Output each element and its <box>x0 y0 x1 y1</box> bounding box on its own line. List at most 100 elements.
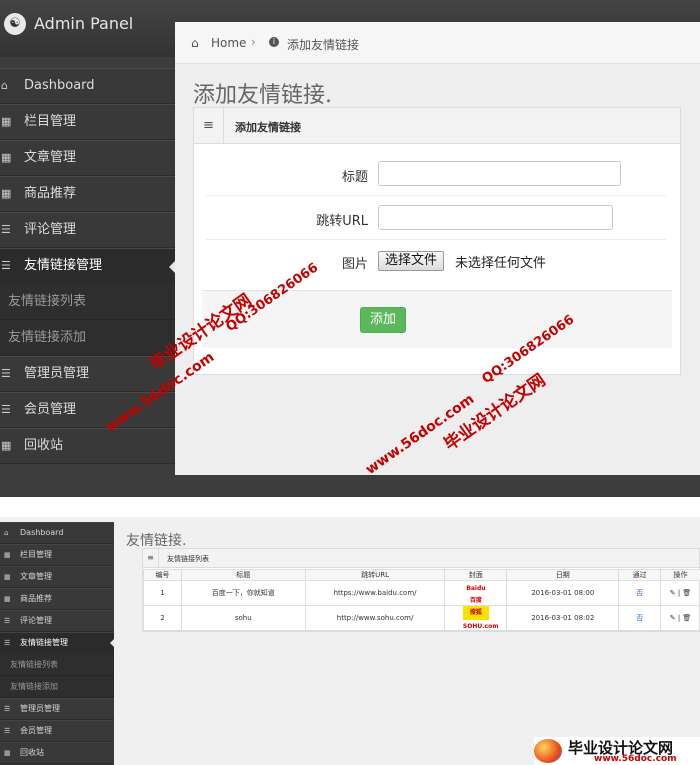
sidebar-subitem-link-list[interactable]: 友情链接列表 <box>0 284 175 320</box>
sidebar-item-dashboard[interactable]: ⌂ Dashboard <box>0 68 175 104</box>
sidebar-item-friend-links[interactable]: ☰ 友情链接管理 <box>0 248 176 284</box>
title-input[interactable] <box>378 161 621 186</box>
brand-logo-icon: ☯ <box>4 13 26 35</box>
main-content: ⌂ Home › i 添加友情链接 添加友情链接. ≡ 添加友情链接 标题 跳转… <box>175 22 700 475</box>
cell-approved[interactable]: 否 <box>618 580 662 606</box>
sohu-logo-icon: 搜狐 SOHU.com <box>462 606 498 630</box>
cell-title: sohu <box>180 605 306 631</box>
panel-title: 友情链接列表 <box>167 555 209 563</box>
form-row-title: 标题 <box>206 153 666 196</box>
list-icon: ☰ <box>1 259 11 272</box>
chevron-right-icon: › <box>251 35 256 49</box>
link-list-panel: ≡ 友情链接列表 编号 标题 跳转URL 封面 日期 通过 操作 1 百度一下，… <box>142 548 700 632</box>
form-row-image: 图片 选择文件 未选择任何文件 <box>206 240 666 283</box>
table-header-row: 编号 标题 跳转URL 封面 日期 通过 操作 <box>143 569 700 581</box>
breadcrumb-home-link[interactable]: Home <box>211 36 246 50</box>
sidebar-item-members[interactable]: ☰ 会员管理 <box>0 720 114 742</box>
cell-actions[interactable]: ✎ | 🗑 <box>660 580 700 606</box>
sidebar-item-admins[interactable]: ☰ 管理员管理 <box>0 698 114 720</box>
sidebar-item-label: 管理员管理 <box>24 366 90 381</box>
col-title: 标题 <box>180 569 306 581</box>
brand-name: Admin Panel <box>34 14 134 33</box>
sidebar-item-label: 商品推荐 <box>24 186 77 201</box>
form-row-url: 跳转URL <box>206 197 666 240</box>
baidu-logo-icon: Baidu百度 <box>463 582 488 604</box>
col-url: 跳转URL <box>304 569 446 581</box>
cell-approved[interactable]: 否 <box>618 605 662 631</box>
sidebar-item-label: 栏目管理 <box>20 550 52 559</box>
col-approved: 通过 <box>618 569 662 581</box>
col-cover: 封面 <box>444 569 508 581</box>
col-actions: 操作 <box>660 569 700 581</box>
sidebar-item-comments[interactable]: ☰ 评论管理 <box>0 212 175 248</box>
cell-url: https://www.baidu.com/ <box>304 580 446 606</box>
list-icon: ☰ <box>4 617 11 625</box>
grid-icon: ▦ <box>1 187 12 200</box>
sidebar: ⌂ Dashboard ▦ 栏目管理 ▦ 文章管理 ▦ 商品推荐 ☰ 评论管理 ☰ 友情链接… <box>0 522 114 765</box>
list-icon: ☰ <box>4 639 11 647</box>
url-input[interactable] <box>378 205 613 230</box>
table-row: 1 百度一下，你就知道 https://www.baidu.com/ Baidu… <box>143 580 700 606</box>
sidebar-item-label: 栏目管理 <box>24 114 77 129</box>
cell-url: http://www.sohu.com/ <box>304 605 446 631</box>
sidebar-item-label: Dashboard <box>20 528 64 537</box>
menu-icon: ≡ <box>194 108 224 143</box>
sidebar-item-friend-links[interactable]: ☰ 友情链接管理 <box>0 632 114 654</box>
sidebar-item-products[interactable]: ▦ 商品推荐 <box>0 176 175 212</box>
grid-icon: ▦ <box>4 595 11 603</box>
home-icon: ⌂ <box>191 36 199 50</box>
sidebar-subitem-link-list[interactable]: 友情链接列表 <box>0 654 114 676</box>
sidebar-item-products[interactable]: ▦ 商品推荐 <box>0 588 114 610</box>
url-label: 跳转URL <box>316 214 368 229</box>
cell-date: 2016-03-01 08:02 <box>506 605 620 631</box>
sidebar-item-label: 友情链接管理 <box>20 638 68 647</box>
add-button[interactable]: 添加 <box>360 307 406 333</box>
sidebar-item-comments[interactable]: ☰ 评论管理 <box>0 610 114 632</box>
grid-icon: ▦ <box>1 439 12 452</box>
breadcrumb-current: 添加友情链接 <box>287 38 360 52</box>
breadcrumb: ⌂ Home › i 添加友情链接 <box>175 22 700 64</box>
watermark-logo-domain: www.56doc.com <box>594 754 677 764</box>
sidebar-subitem-link-add[interactable]: 友情链接添加 <box>0 676 114 698</box>
panel-header: ≡ 添加友情链接 <box>194 108 680 144</box>
watermark-logo: 毕业设计论文网 www.56doc.com <box>534 737 700 765</box>
sidebar-item-label: 评论管理 <box>20 616 52 625</box>
grid-icon: ▦ <box>4 551 11 559</box>
cell-id: 1 <box>143 580 182 606</box>
sidebar-item-label: 会员管理 <box>24 402 77 417</box>
page-title: 添加友情链接. <box>193 83 332 108</box>
sidebar-item-label: 文章管理 <box>24 150 77 165</box>
sidebar-item-articles[interactable]: ▦ 文章管理 <box>0 566 114 588</box>
grid-icon: ▦ <box>1 115 12 128</box>
grid-icon: ▦ <box>1 151 12 164</box>
title-label: 标题 <box>341 170 368 185</box>
sidebar-item-label: 会员管理 <box>20 726 52 735</box>
sidebar-item-columns[interactable]: ▦ 栏目管理 <box>0 104 175 140</box>
panel-title: 添加友情链接 <box>235 121 301 134</box>
choose-file-button[interactable]: 选择文件 <box>378 251 445 271</box>
home-icon: ⌂ <box>4 529 9 537</box>
sidebar-item-recycle-bin[interactable]: ▦ 回收站 <box>0 428 175 464</box>
sidebar-item-label: 回收站 <box>24 438 64 453</box>
sidebar-item-articles[interactable]: ▦ 文章管理 <box>0 140 175 176</box>
image-label: 图片 <box>341 257 368 272</box>
file-status-text: 未选择任何文件 <box>455 256 547 271</box>
info-icon: i <box>269 37 279 47</box>
col-date: 日期 <box>506 569 620 581</box>
list-icon: ☰ <box>4 705 11 713</box>
table-row: 2 sohu http://www.sohu.com/ 搜狐 SOHU.com … <box>143 605 700 631</box>
cell-actions[interactable]: ✎ | 🗑 <box>660 605 700 631</box>
menu-icon: ≡ <box>143 549 159 567</box>
sidebar-item-recycle-bin[interactable]: ▦ 回收站 <box>0 742 114 764</box>
sidebar-item-dashboard[interactable]: ⌂ Dashboard <box>0 522 114 544</box>
home-icon: ⌂ <box>1 79 8 92</box>
link-list-screenshot: ⌂ Dashboard ▦ 栏目管理 ▦ 文章管理 ▦ 商品推荐 ☰ 评论管理 ☰ 友情链接… <box>0 517 700 765</box>
sidebar-item-label: 回收站 <box>20 748 44 757</box>
list-icon: ☰ <box>1 367 11 380</box>
list-icon: ☰ <box>4 727 11 735</box>
cell-title: 百度一下，你就知道 <box>180 580 306 606</box>
sidebar-item-columns[interactable]: ▦ 栏目管理 <box>0 544 114 566</box>
panel-header: ≡ 友情链接列表 <box>143 549 699 568</box>
globe-icon <box>534 739 562 763</box>
cell-id: 2 <box>143 605 182 631</box>
